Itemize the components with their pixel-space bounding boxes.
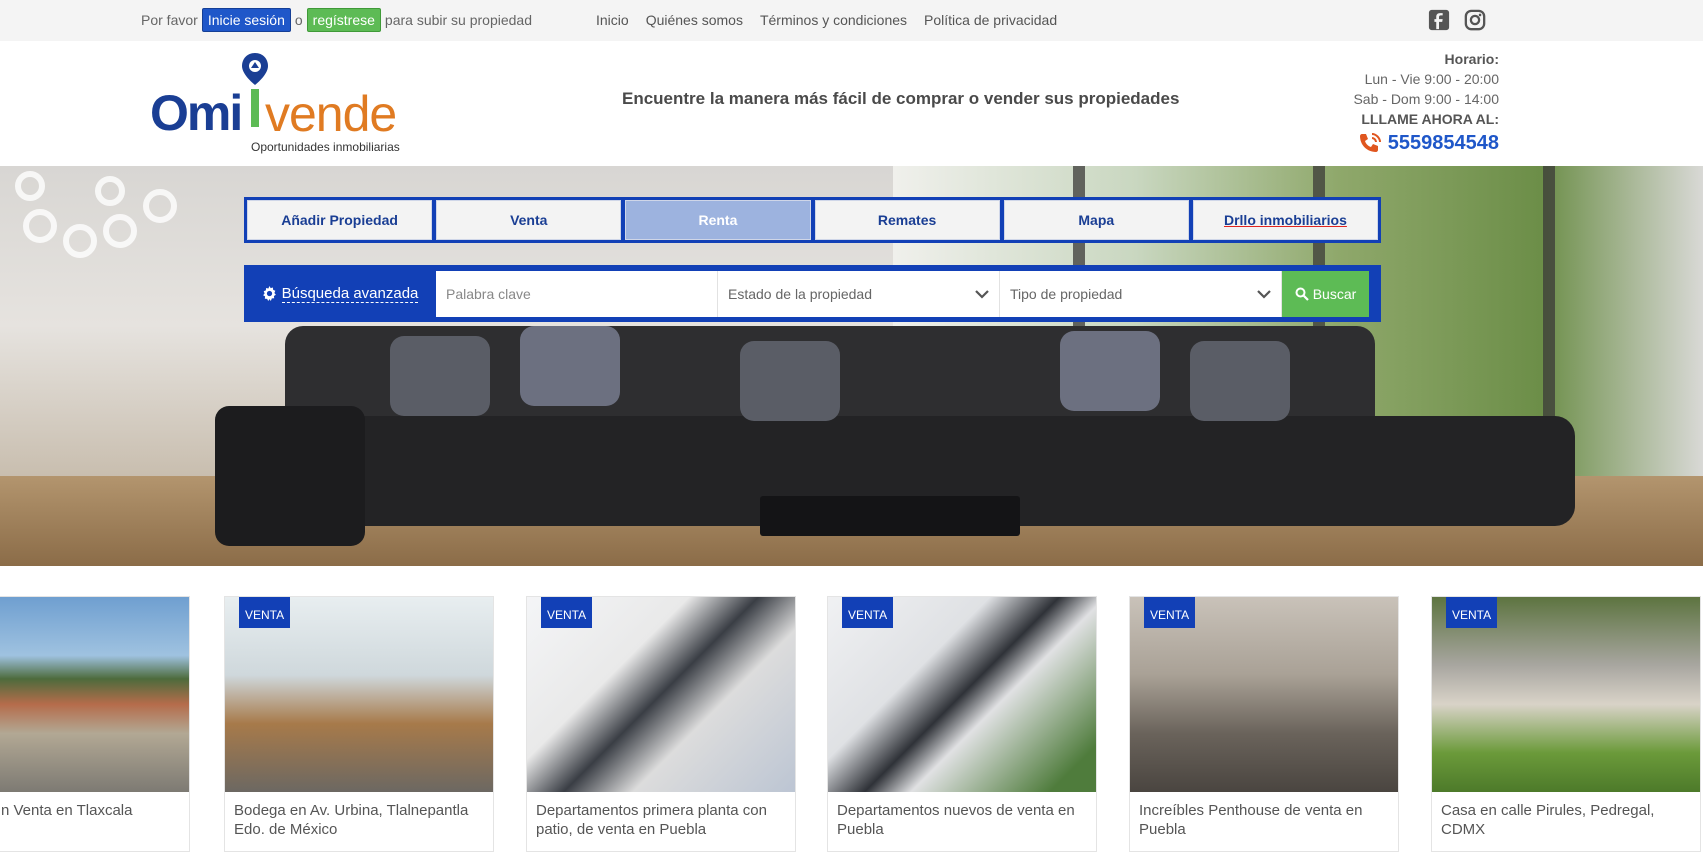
- listing-card[interactable]: VENTA Bodega en Av. Urbina, Tlalnepantla…: [224, 596, 494, 852]
- nav-link-privacidad[interactable]: Política de privacidad: [924, 12, 1057, 28]
- call-label: LLLAME AHORA AL:: [1361, 111, 1499, 127]
- listing-badge: VENTA: [1144, 597, 1196, 628]
- gear-icon: [262, 286, 276, 301]
- listing-card[interactable]: VENTA Increíbles Penthouse de venta en P…: [1129, 596, 1399, 852]
- tab-remates[interactable]: Remates: [814, 200, 1000, 240]
- hours-weekend: Sab - Dom 9:00 - 14:00: [1353, 91, 1499, 107]
- logo-text-omi: Omi: [150, 85, 243, 141]
- search-button-label: Buscar: [1312, 285, 1357, 302]
- search-icon: [1295, 287, 1309, 301]
- facebook-icon[interactable]: [1428, 9, 1450, 34]
- hours-title: Horario:: [1444, 51, 1499, 67]
- state-select-label: Estado de la propiedad: [728, 285, 872, 302]
- listing-title: Departamentos nuevos de venta en Puebla: [837, 802, 1075, 838]
- tab-desarrollos-inmobiliarios[interactable]: Drllo inmobiliarios: [1192, 200, 1379, 240]
- tab-venta[interactable]: Venta: [436, 200, 622, 240]
- phone-link[interactable]: 5559854548: [1353, 131, 1499, 155]
- site-slogan: Encuentre la manera más fácil de comprar…: [622, 89, 1180, 108]
- cushion: [520, 326, 620, 406]
- tab-anadir-propiedad[interactable]: Añadir Propiedad: [247, 200, 433, 240]
- hours-weekday: Lun - Vie 9:00 - 20:00: [1364, 71, 1499, 87]
- login-suffix: para subir su propiedad: [384, 12, 533, 28]
- cushion: [1060, 331, 1160, 411]
- advanced-search-label: Búsqueda avanzada: [281, 284, 419, 303]
- cushion: [1190, 341, 1290, 421]
- advanced-search-toggle[interactable]: Búsqueda avanzada: [244, 265, 436, 322]
- listing-title: Departamentos primera planta con patio, …: [536, 802, 767, 838]
- top-nav: Inicio Quiénes somos Términos y condicio…: [596, 12, 1057, 28]
- chevron-down-icon: [975, 289, 989, 299]
- chevron-down-icon: [1257, 289, 1271, 299]
- social-links: [1428, 9, 1486, 34]
- listing-badge: VENTA: [541, 597, 593, 628]
- cushion: [740, 341, 840, 421]
- category-tabs: Añadir Propiedad Venta Renta Remates Map…: [244, 197, 1381, 243]
- phone-icon: [1359, 133, 1381, 152]
- contact-hours: Horario: Lun - Vie 9:00 - 20:00 Sab - Do…: [1353, 49, 1499, 155]
- phone-number: 5559854548: [1387, 132, 1499, 154]
- nav-link-terminos[interactable]: Términos y condiciones: [760, 12, 907, 28]
- listing-card[interactable]: VENTA Casa en calle Pirules, Pedregal, C…: [1431, 596, 1701, 852]
- listing-badge: VENTA: [1446, 597, 1498, 628]
- login-button[interactable]: Inicie sesión: [201, 8, 291, 32]
- login-prefix: Por favor: [141, 12, 198, 28]
- type-select-label: Tipo de propiedad: [1010, 285, 1123, 302]
- keyword-input[interactable]: Palabra clave: [436, 270, 718, 317]
- listing-image: VENTA: [225, 597, 493, 792]
- logo-tagline: Oportunidades inmobiliarias: [251, 140, 400, 154]
- listing-title: Casa en calle Pirules, Pedregal, CDMX: [1441, 802, 1655, 838]
- listing-card[interactable]: VENTA Departamentos primera planta con p…: [526, 596, 796, 852]
- login-prompt: Por favor Inicie sesión o regístrese par…: [141, 8, 532, 32]
- listing-card[interactable]: n Venta en Tlaxcala: [0, 596, 190, 852]
- site-header: Omi vende Oportunidades inmobiliarias En…: [0, 41, 1703, 166]
- type-select[interactable]: Tipo de propiedad: [1000, 270, 1282, 317]
- instagram-icon[interactable]: [1464, 9, 1486, 34]
- listing-title: n Venta en Tlaxcala: [1, 802, 133, 819]
- listings-carousel: n Venta en Tlaxcala VENTA Bodega en Av. …: [0, 596, 1703, 852]
- listing-badge: VENTA: [842, 597, 894, 628]
- listing-title: Bodega en Av. Urbina, Tlalnepantla Edo. …: [234, 802, 469, 838]
- listing-image: VENTA: [527, 597, 795, 792]
- search-bar: Búsqueda avanzada Palabra clave Estado d…: [244, 265, 1381, 322]
- listing-image: VENTA: [828, 597, 1096, 792]
- listing-image: VENTA: [1130, 597, 1398, 792]
- site-logo[interactable]: Omi vende Oportunidades inmobiliarias: [150, 51, 420, 154]
- listing-image: [0, 597, 189, 792]
- login-or: o: [294, 12, 303, 28]
- listing-badge: VENTA: [239, 597, 291, 628]
- top-bar: Por favor Inicie sesión o regístrese par…: [0, 0, 1703, 41]
- logo-text-vende: vende: [265, 86, 397, 142]
- register-button[interactable]: regístrese: [306, 8, 381, 32]
- lamp-image: [15, 171, 177, 258]
- listing-title: Increíbles Penthouse de venta en Puebla: [1139, 802, 1363, 838]
- cushion: [390, 336, 490, 416]
- tab-label: Drllo inmobiliarios: [1223, 212, 1347, 228]
- listing-image: VENTA: [1432, 597, 1700, 792]
- nav-link-quienes-somos[interactable]: Quiénes somos: [646, 12, 743, 28]
- state-select[interactable]: Estado de la propiedad: [718, 270, 1000, 317]
- coffee-table: [760, 496, 1020, 536]
- nav-link-inicio[interactable]: Inicio: [596, 12, 629, 28]
- search-button[interactable]: Buscar: [1282, 270, 1369, 317]
- listing-card[interactable]: VENTA Departamentos nuevos de venta en P…: [827, 596, 1097, 852]
- tab-mapa[interactable]: Mapa: [1003, 200, 1189, 240]
- sofa-arm: [215, 406, 365, 546]
- tab-renta[interactable]: Renta: [625, 200, 811, 240]
